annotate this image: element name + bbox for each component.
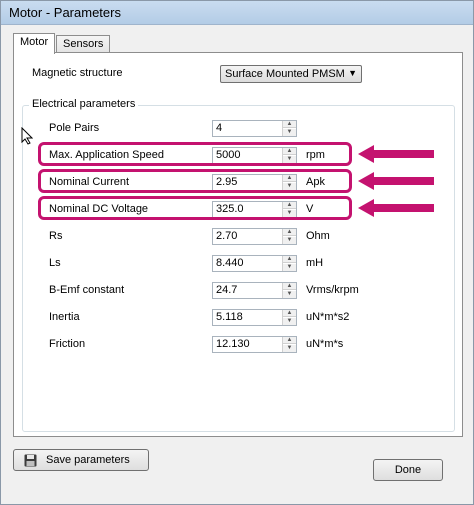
spin-down-icon[interactable]: ▼ [283,318,296,325]
window-title: Motor - Parameters [9,5,121,20]
pointer-arrow-icon [358,199,434,217]
tab-motor[interactable]: Motor [13,33,56,54]
floppy-disk-icon [24,454,37,467]
motor-tab-panel: Magnetic structure Surface Mounted PMSM … [13,52,463,437]
title-bar: Motor - Parameters [1,1,473,25]
save-parameters-button[interactable]: Save parameters [13,449,149,471]
ls-spinbox[interactable]: 8.440 ▲ ▼ [212,255,297,272]
bemf-constant-unit: Vrms/krpm [306,284,359,296]
inertia-value: 5.118 [216,311,243,323]
spin-down-icon[interactable]: ▼ [283,264,296,271]
spin-down-icon[interactable]: ▼ [283,237,296,244]
rs-unit: Ohm [306,230,330,242]
bemf-constant-label: B-Emf constant [49,284,125,296]
spin-up-icon[interactable]: ▲ [283,121,296,128]
motor-parameters-window: Motor - Parameters Motor Sensors Magneti… [0,0,474,505]
bemf-constant-spinbox[interactable]: 24.7 ▲ ▼ [212,282,297,299]
inertia-label: Inertia [49,311,80,323]
inertia-unit: uN*m*s2 [306,311,350,323]
friction-label: Friction [49,338,86,350]
electrical-parameters-title: Electrical parameters [29,98,139,110]
spin-up-icon[interactable]: ▲ [283,283,296,290]
spin-up-icon[interactable]: ▲ [283,310,296,317]
inertia-spinbox[interactable]: 5.118 ▲ ▼ [212,309,297,326]
ls-label: Ls [49,257,61,269]
friction-unit: uN*m*s [306,338,344,350]
done-label: Done [394,464,422,476]
magnetic-structure-label: Magnetic structure [32,67,123,79]
spin-up-icon[interactable]: ▲ [283,256,296,263]
done-button[interactable]: Done [373,459,443,481]
rs-label: Rs [49,230,63,242]
spin-down-icon[interactable]: ▼ [283,291,296,298]
ls-unit: mH [306,257,324,269]
ls-value: 8.440 [216,257,244,269]
highlight-box-nominal-current [38,169,352,193]
magnetic-structure-value: Surface Mounted PMSM [225,68,345,80]
bemf-constant-value: 24.7 [216,284,238,296]
spin-down-icon[interactable]: ▼ [283,345,296,352]
pole-pairs-spinbox[interactable]: 4 ▲ ▼ [212,120,297,137]
tab-sensors[interactable]: Sensors [56,35,111,53]
mouse-cursor-icon [21,127,33,145]
highlight-box-nominal-dc-voltage [38,196,352,220]
chevron-down-icon: ▼ [348,68,357,78]
magnetic-structure-select[interactable]: Surface Mounted PMSM ▼ [220,65,362,83]
pole-pairs-label: Pole Pairs [49,122,100,134]
highlight-box-max-speed [38,142,352,166]
spin-down-icon[interactable]: ▼ [283,129,296,136]
pointer-arrow-icon [358,172,434,190]
rs-value: 2.70 [216,230,238,242]
friction-value: 12.130 [216,338,250,350]
pointer-arrow-icon [358,145,434,163]
rs-spinbox[interactable]: 2.70 ▲ ▼ [212,228,297,245]
spin-up-icon[interactable]: ▲ [283,337,296,344]
save-parameters-label: Save parameters [46,454,130,466]
friction-spinbox[interactable]: 12.130 ▲ ▼ [212,336,297,353]
spin-up-icon[interactable]: ▲ [283,229,296,236]
pole-pairs-value: 4 [216,122,223,134]
